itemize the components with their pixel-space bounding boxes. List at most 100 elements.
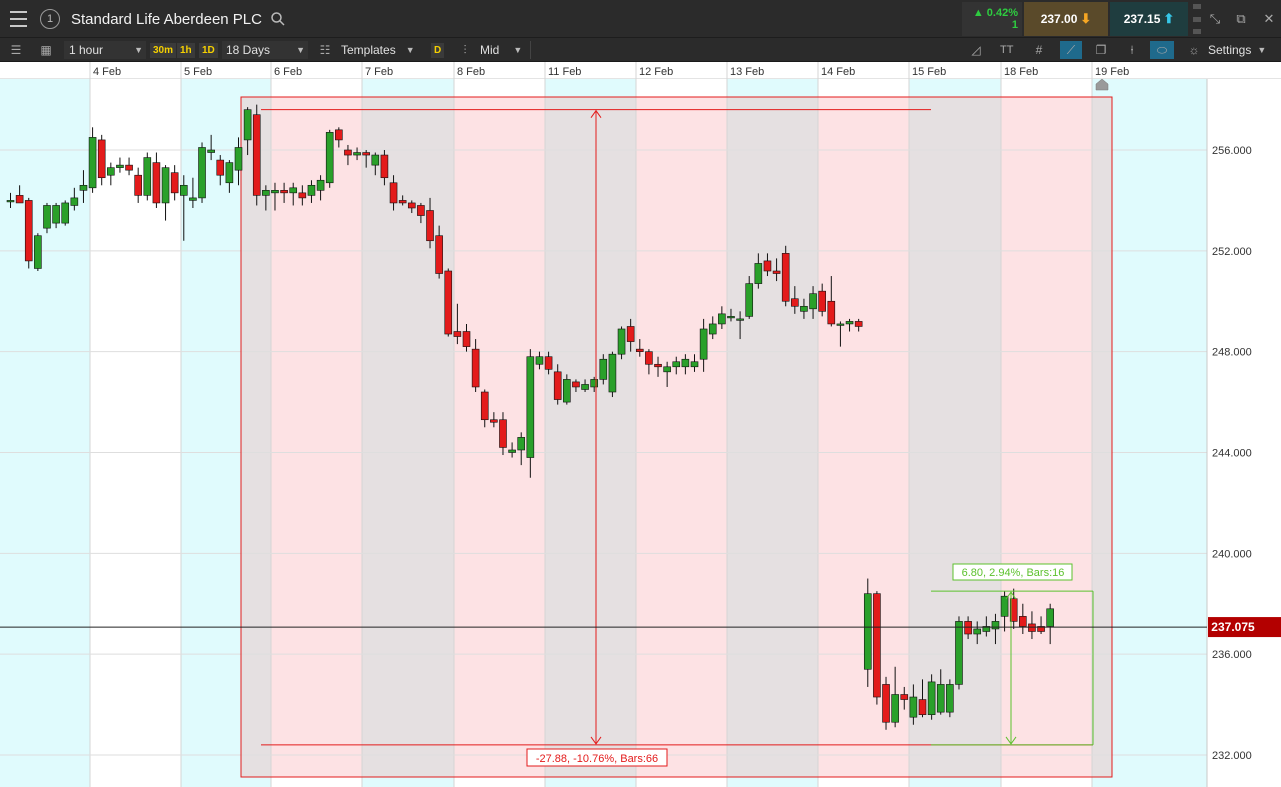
change-sub: 1: [1011, 19, 1018, 31]
price-tick-label: 240.000: [1212, 548, 1252, 560]
candle-down: [335, 129, 343, 141]
price-tick-label: 248.000: [1212, 347, 1252, 359]
candle-up: [207, 149, 215, 153]
drawing-tool-icon[interactable]: ⟋: [1060, 41, 1082, 59]
candle-up: [262, 190, 270, 196]
measure-down-label: -27.88, -10.76%, Bars:66: [536, 753, 658, 765]
candle-down: [462, 331, 471, 347]
candle-down: [252, 114, 261, 196]
date-label: 15 Feb: [912, 66, 946, 78]
tag-tool-icon[interactable]: ⬭: [1150, 41, 1174, 59]
interval-select[interactable]: 1 hour ▼: [64, 41, 146, 59]
settings-button[interactable]: Settings ▼: [1208, 41, 1266, 59]
date-label: 4 Feb: [93, 66, 121, 78]
minimize-window-icon[interactable]: ⤡: [1206, 10, 1224, 28]
close-window-icon[interactable]: ✕: [1260, 10, 1278, 28]
price-tick-label: 256.000: [1212, 145, 1252, 157]
candle-down: [900, 694, 909, 700]
candle-up: [690, 361, 699, 368]
templates-label: Templates: [341, 43, 396, 57]
candle-up: [590, 379, 598, 388]
instrument-name[interactable]: Standard Life Aberdeen PLC: [71, 10, 262, 28]
candle-down: [444, 270, 453, 335]
chevron-down-icon: ▼: [134, 45, 143, 55]
candle-up: [535, 356, 544, 365]
interval-value: 1 hour: [69, 43, 104, 57]
candle-up: [991, 621, 1000, 630]
candle-down: [882, 684, 890, 723]
candle-down: [772, 270, 781, 274]
quick-interval-30m[interactable]: 30m: [150, 41, 177, 59]
candle-up: [563, 379, 571, 403]
range-band: [636, 97, 727, 777]
candle-up: [754, 263, 763, 284]
candle-down: [827, 300, 836, 325]
candle-up: [243, 109, 252, 141]
text-tool-button[interactable]: TT: [1000, 41, 1013, 59]
list-icon[interactable]: ☰: [7, 41, 25, 59]
candle-up: [289, 187, 298, 194]
chevron-down-icon: ▼: [296, 45, 305, 55]
candle-down: [918, 699, 927, 715]
crosshair-tool-icon[interactable]: #: [1030, 41, 1048, 59]
candle-up: [909, 696, 918, 718]
candle-up: [325, 132, 334, 184]
candle-down: [24, 200, 33, 262]
candle-down: [344, 149, 352, 156]
date-label: 8 Feb: [457, 66, 485, 78]
range-band: [362, 97, 454, 777]
candle-up: [225, 162, 234, 184]
candle-down: [407, 202, 416, 209]
date-label: 11 Feb: [548, 66, 581, 78]
date-label: 19 Feb: [1095, 66, 1129, 78]
candle-up: [34, 235, 42, 269]
window-link-icon[interactable]: 1: [40, 9, 60, 29]
settings-label: Settings: [1208, 43, 1252, 57]
candle-down: [480, 391, 489, 421]
sell-price: 237.00: [1040, 12, 1078, 26]
candle-up: [107, 167, 115, 176]
candle-down: [453, 331, 462, 337]
range-band: [241, 97, 271, 777]
trendline-tool-icon[interactable]: ◿: [967, 41, 985, 59]
text-tool-icon: TT: [1000, 44, 1014, 56]
copy-tool-icon[interactable]: ❐: [1092, 41, 1110, 59]
candle-up: [70, 197, 79, 206]
candle-down: [964, 621, 972, 635]
candle-up: [271, 190, 279, 194]
candle-down: [380, 154, 389, 179]
quick-interval-1d[interactable]: 1D: [199, 41, 218, 59]
price-chart[interactable]: 4 Feb 5 Feb 6 Feb 7 Feb 8 Feb 11 Feb 12 Feb 13 …: [0, 62, 1281, 787]
popout-window-icon[interactable]: ⧉: [1232, 10, 1250, 28]
indicator-tool-icon[interactable]: ⍿: [1123, 41, 1141, 59]
current-price-label: 237.075: [1211, 620, 1255, 634]
candle-down: [134, 174, 142, 196]
candle-down: [417, 205, 425, 216]
candle-up: [617, 328, 626, 355]
quick-interval-1h[interactable]: 1h: [177, 41, 195, 59]
candle-down: [635, 348, 644, 352]
arrow-up-icon: ⬆: [1163, 11, 1175, 26]
gear-icon[interactable]: ☼: [1185, 41, 1203, 59]
range-band: [727, 97, 818, 777]
templates-button[interactable]: Templates ▼: [341, 41, 415, 59]
date-label: 6 Feb: [274, 66, 302, 78]
candle-down: [216, 159, 225, 176]
hamburger-menu-icon[interactable]: [6, 9, 30, 29]
grip-handle-icon[interactable]: [1192, 4, 1202, 34]
d-badge-button[interactable]: D: [431, 41, 445, 59]
candle-down: [170, 172, 179, 194]
layout-icon[interactable]: ▦: [37, 41, 55, 59]
candle-down: [873, 593, 881, 698]
candle-up: [581, 384, 589, 390]
buy-price-button[interactable]: 237.15 ⬆: [1110, 2, 1188, 36]
candle-up: [43, 205, 51, 229]
chart-toolbar: ☰ ▦ 1 hour ▼ 30m 1h 1D 18 Days ▼ ☷ Templat…: [0, 38, 1281, 62]
sell-price-button[interactable]: 237.00 ⬇: [1024, 2, 1108, 36]
candle-type-icon[interactable]: ⫶: [456, 41, 474, 59]
candle-down: [553, 371, 562, 400]
range-select[interactable]: 18 Days ▼: [222, 41, 308, 59]
title-bar: 1 Standard Life Aberdeen PLC ▲ 0.42% 1 2…: [0, 0, 1281, 38]
search-icon[interactable]: [270, 11, 286, 27]
price-type-select[interactable]: Mid ▼: [480, 41, 522, 59]
